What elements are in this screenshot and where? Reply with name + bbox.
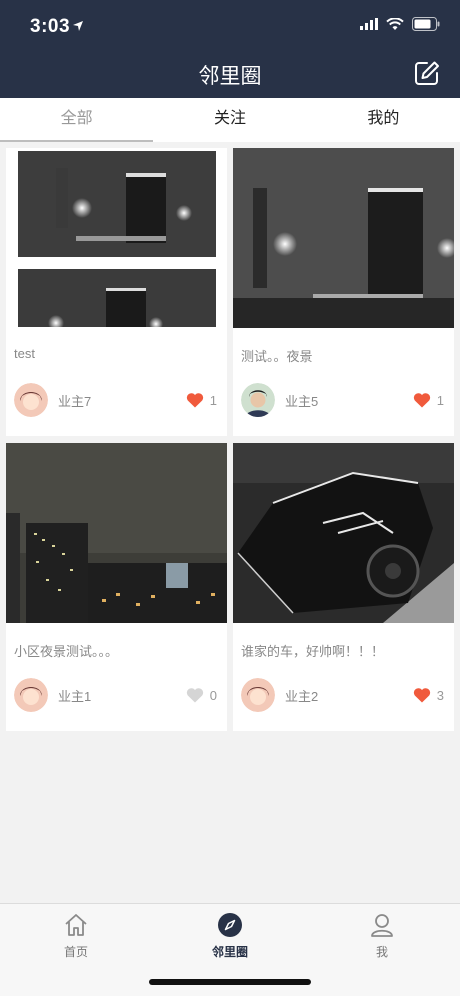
like-count: 0 xyxy=(209,687,217,703)
post-images[interactable] xyxy=(6,148,227,328)
nav-home[interactable]: 首页 xyxy=(36,912,116,960)
signal-icon xyxy=(360,18,378,30)
post-text: 测试。。夜景 xyxy=(241,349,313,364)
author-name: 业主1 xyxy=(58,688,92,704)
post-text: 小区夜景测试。。。 xyxy=(14,644,119,659)
post-footer: 业主1 0 xyxy=(14,678,217,712)
status-icons xyxy=(360,17,440,31)
post-images[interactable] xyxy=(6,443,227,623)
avatar[interactable] xyxy=(241,383,275,417)
like-count: 3 xyxy=(436,687,444,703)
post-photo[interactable] xyxy=(6,148,227,328)
avatar[interactable] xyxy=(14,383,48,417)
nav-home-label: 首页 xyxy=(63,945,88,959)
feed-tabs: 全部 关注 我的 xyxy=(0,98,460,142)
post-feed: test 业主7 1 测试。。夜景 业主5 1 小区夜景测试。。。 业主1 0 … xyxy=(6,148,454,731)
nav-neighborhood[interactable]: 邻里圈 xyxy=(190,912,270,960)
post-photo[interactable] xyxy=(6,443,227,623)
status-time: 3:03 xyxy=(30,16,71,37)
post-footer: 业主5 1 xyxy=(241,383,444,417)
author-name: 业主7 xyxy=(58,393,92,409)
nav-neighborhood-label: 邻里圈 xyxy=(211,945,248,959)
tab-all[interactable]: 全部 xyxy=(0,98,154,142)
post-photo[interactable] xyxy=(233,443,454,623)
post-card[interactable]: test 业主7 1 xyxy=(6,148,227,436)
post-card[interactable]: 测试。。夜景 业主5 1 xyxy=(233,148,454,436)
home-indicator xyxy=(149,979,311,985)
compose-post-icon[interactable] xyxy=(414,60,440,86)
like-button[interactable]: 0 xyxy=(186,687,217,703)
author-name: 业主2 xyxy=(285,688,319,704)
user-icon[interactable] xyxy=(369,912,395,938)
heart-icon[interactable] xyxy=(186,687,204,703)
battery-icon xyxy=(412,17,440,31)
post-images[interactable] xyxy=(233,148,454,328)
post-images[interactable] xyxy=(233,443,454,623)
post-text: 谁家的车，好帅啊！！！ xyxy=(241,644,385,659)
avatar[interactable] xyxy=(241,678,275,712)
post-card[interactable]: 谁家的车，好帅啊！！！ 业主2 3 xyxy=(233,443,454,731)
like-button[interactable]: 1 xyxy=(413,392,444,408)
author-name: 业主5 xyxy=(285,393,319,409)
compass-icon[interactable] xyxy=(217,912,243,938)
like-count: 1 xyxy=(209,392,217,408)
post-footer: 业主7 1 xyxy=(14,383,217,417)
heart-icon[interactable] xyxy=(413,392,431,408)
nav-me-label: 我 xyxy=(375,945,388,959)
post-photo[interactable] xyxy=(233,148,454,328)
avatar[interactable] xyxy=(14,678,48,712)
post-text: test xyxy=(14,346,35,361)
location-arrow-icon xyxy=(73,21,83,31)
heart-icon[interactable] xyxy=(186,392,204,408)
wifi-icon xyxy=(386,17,404,30)
tab-following[interactable]: 关注 xyxy=(153,98,306,142)
like-button[interactable]: 1 xyxy=(186,392,217,408)
heart-icon[interactable] xyxy=(413,687,431,703)
home-icon[interactable] xyxy=(63,912,89,938)
post-footer: 业主2 3 xyxy=(241,678,444,712)
like-count: 1 xyxy=(436,392,444,408)
tab-mine[interactable]: 我的 xyxy=(307,98,460,142)
page-title: 邻里圈 xyxy=(198,65,262,88)
like-button[interactable]: 3 xyxy=(413,687,444,703)
nav-me[interactable]: 我 xyxy=(342,912,422,960)
app-header: 3:03 邻里圈 xyxy=(0,0,460,98)
post-card[interactable]: 小区夜景测试。。。 业主1 0 xyxy=(6,443,227,731)
